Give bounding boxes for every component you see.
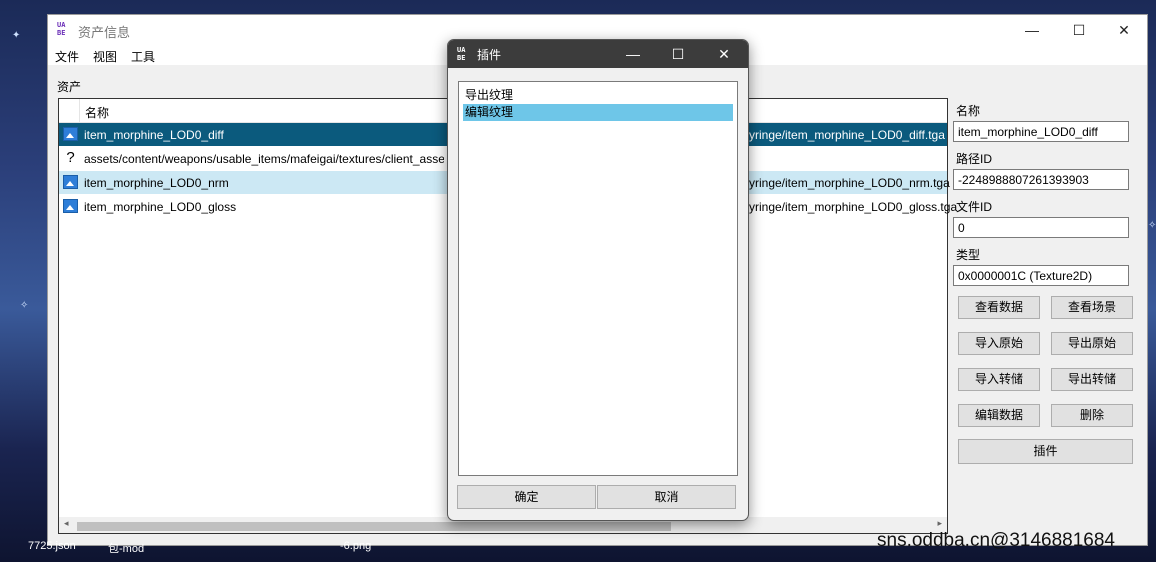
type-field[interactable]: 0x0000001C (Texture2D) <box>953 265 1129 286</box>
import-raw-button[interactable]: 导入原始 <box>958 332 1040 355</box>
asset-name: assets/content/weapons/usable_items/mafe… <box>84 152 444 166</box>
asset-path: yringe/item_morphine_LOD0_nrm.tga <box>749 176 950 190</box>
star-decoration: ✦ <box>12 30 21 41</box>
export-raw-button[interactable]: 导出原始 <box>1051 332 1133 355</box>
desktop-file-label[interactable]: -6.png <box>340 540 371 552</box>
scrollbar-thumb[interactable] <box>77 522 671 531</box>
desktop-file-label[interactable]: 7725.json <box>28 540 76 552</box>
asset-name: item_morphine_LOD0_gloss <box>84 200 237 214</box>
cancel-button[interactable]: 取消 <box>597 485 736 509</box>
import-dump-button[interactable]: 导入转储 <box>958 368 1040 391</box>
menu-tools[interactable]: 工具 <box>131 48 155 65</box>
path-id-field[interactable]: -2248988807261393903 <box>953 169 1129 190</box>
app-icon: UA BE <box>457 46 466 62</box>
dialog-title: 插件 <box>477 48 502 62</box>
menu-file[interactable]: 文件 <box>55 48 79 65</box>
type-label: 类型 <box>956 248 981 262</box>
file-id-field[interactable]: 0 <box>953 217 1129 238</box>
plugins-button[interactable]: 插件 <box>958 439 1133 464</box>
column-header-name[interactable]: 名称 <box>85 104 109 121</box>
star-decoration: ✧ <box>1148 220 1156 231</box>
app-icon: UA BE <box>57 21 66 37</box>
assets-label: 资产 <box>57 80 82 94</box>
scroll-left-arrow-icon[interactable]: ◂ <box>64 518 69 529</box>
name-field[interactable]: item_morphine_LOD0_diff <box>953 121 1129 142</box>
asset-path: yringe/item_morphine_LOD0_gloss.tga <box>749 200 958 214</box>
ok-button[interactable]: 确定 <box>457 485 596 509</box>
export-dump-button[interactable]: 导出转储 <box>1051 368 1133 391</box>
plugins-dialog: UA BE 插件 — ☐ ✕ 导出纹理 编辑纹理 确定 取消 <box>447 39 749 521</box>
close-button[interactable]: ✕ <box>1101 15 1147 45</box>
star-decoration: ✧ <box>20 300 29 311</box>
view-data-button[interactable]: 查看数据 <box>958 296 1040 319</box>
asset-name: item_morphine_LOD0_diff <box>84 128 224 142</box>
window-title: 资产信息 <box>78 25 131 40</box>
plugin-edit-texture[interactable]: 编辑纹理 <box>463 104 733 121</box>
name-label: 名称 <box>956 104 981 118</box>
dialog-title-bar[interactable]: UA BE 插件 — ☐ ✕ <box>448 40 748 68</box>
unknown-icon: ? <box>66 149 75 166</box>
maximize-button[interactable]: ☐ <box>1056 15 1102 45</box>
scroll-right-arrow-icon[interactable]: ▸ <box>937 518 942 529</box>
image-icon <box>63 199 78 213</box>
dialog-maximize-button[interactable]: ☐ <box>655 40 701 68</box>
menu-view[interactable]: 视图 <box>93 48 117 65</box>
column-divider[interactable] <box>79 99 80 122</box>
image-icon <box>63 175 78 189</box>
remove-button[interactable]: 删除 <box>1051 404 1133 427</box>
dialog-minimize-button[interactable]: — <box>610 40 656 68</box>
file-id-label: 文件ID <box>956 200 993 214</box>
dialog-close-button[interactable]: ✕ <box>701 40 747 68</box>
asset-name: item_morphine_LOD0_nrm <box>84 176 229 190</box>
plugin-export-texture[interactable]: 导出纹理 <box>463 87 733 104</box>
minimize-button[interactable]: — <box>1009 15 1055 45</box>
asset-path: yringe/item_morphine_LOD0_diff.tga <box>749 128 945 142</box>
watermark-text: sns.oddba.cn@3146881684 <box>877 530 1115 551</box>
plugin-list[interactable]: 导出纹理 编辑纹理 <box>458 81 738 476</box>
path-id-label: 路径ID <box>956 152 993 166</box>
view-scene-button[interactable]: 查看场景 <box>1051 296 1133 319</box>
image-icon <box>63 127 78 141</box>
edit-data-button[interactable]: 编辑数据 <box>958 404 1040 427</box>
desktop-file-label[interactable]: 包-mod <box>108 540 144 556</box>
